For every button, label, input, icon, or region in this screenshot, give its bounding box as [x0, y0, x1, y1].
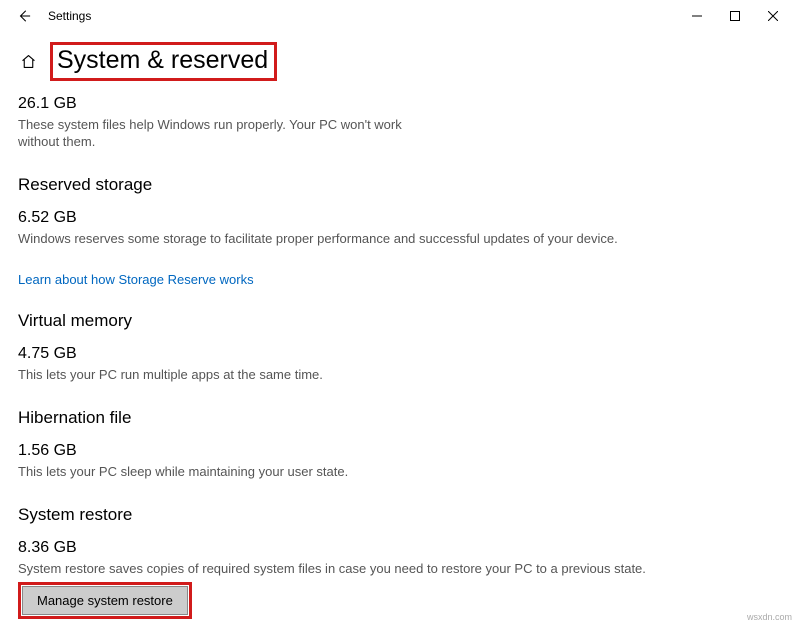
close-button[interactable]	[754, 2, 792, 30]
reserved-learn-link[interactable]: Learn about how Storage Reserve works	[18, 272, 254, 287]
reserved-title: Reserved storage	[18, 175, 782, 195]
maximize-button[interactable]	[716, 2, 754, 30]
page-title: System & reserved	[50, 42, 277, 81]
virtual-size: 4.75 GB	[18, 345, 782, 363]
header-row: System & reserved	[18, 42, 782, 81]
virtual-desc: This lets your PC run multiple apps at t…	[18, 367, 718, 384]
back-arrow-icon	[17, 9, 31, 23]
manage-system-restore-button[interactable]: Manage system restore	[22, 586, 188, 615]
hibernation-desc: This lets your PC sleep while maintainin…	[18, 464, 718, 481]
hibernation-title: Hibernation file	[18, 408, 782, 428]
minimize-icon	[692, 11, 702, 21]
virtual-title: Virtual memory	[18, 311, 782, 331]
close-icon	[768, 11, 778, 21]
hibernation-size: 1.56 GB	[18, 442, 782, 460]
restore-size: 8.36 GB	[18, 539, 782, 557]
home-icon	[20, 53, 37, 70]
titlebar: Settings	[0, 0, 800, 32]
reserved-desc: Windows reserves some storage to facilit…	[18, 231, 718, 248]
minimize-button[interactable]	[678, 2, 716, 30]
restore-title: System restore	[18, 505, 782, 525]
home-button[interactable]	[18, 53, 38, 70]
manage-restore-highlight: Manage system restore	[18, 582, 192, 619]
reserved-size: 6.52 GB	[18, 209, 782, 227]
back-button[interactable]	[8, 0, 40, 32]
maximize-icon	[730, 11, 740, 21]
content-area: System & reserved 26.1 GB These system f…	[0, 32, 800, 619]
watermark: wsxdn.com	[747, 612, 792, 622]
system-size: 26.1 GB	[18, 95, 782, 113]
system-desc: These system files help Windows run prop…	[18, 117, 408, 151]
window-controls	[678, 2, 792, 30]
restore-desc: System restore saves copies of required …	[18, 561, 718, 578]
window-title: Settings	[48, 9, 91, 23]
